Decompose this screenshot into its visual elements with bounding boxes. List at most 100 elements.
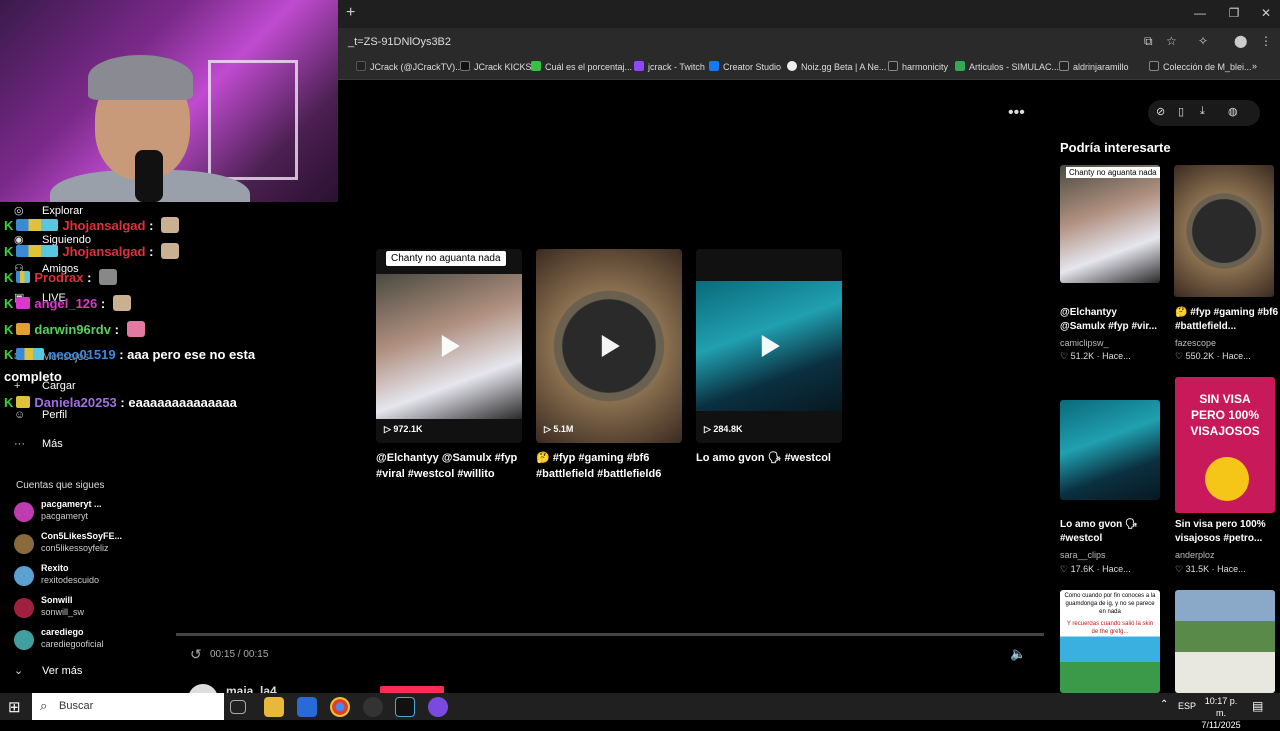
windows-start-icon[interactable]: ⊞ — [8, 698, 21, 716]
bookmark[interactable]: JCrack KICKS — [460, 61, 532, 72]
chat-message: Kangel_126 : — [4, 295, 131, 311]
menu-icon[interactable]: ⋮ — [1260, 34, 1272, 48]
video-caption[interactable]: Lo amo gvon 🗣 #westcol — [696, 450, 846, 466]
view-count: ▷ 972.1K — [384, 424, 423, 434]
suggested-caption[interactable]: Lo amo gvon 🗣 #westcol — [1060, 518, 1164, 546]
suggested-user[interactable]: camiclipsw_ — [1060, 338, 1109, 348]
app-icon[interactable] — [428, 697, 448, 717]
video-overlay-text: Chanty no aguanta nada — [386, 251, 506, 266]
suggested-user[interactable]: anderploz — [1175, 550, 1215, 560]
play-icon — [441, 335, 460, 357]
suggestions-title: Podría interesarte — [1060, 140, 1171, 155]
followed-account[interactable]: carediego carediegooficial — [14, 626, 154, 656]
suggested-caption[interactable]: Sin visa pero 100% visajosos #petro... — [1175, 518, 1279, 546]
emote-icon — [161, 243, 180, 259]
more-bookmarks-icon[interactable]: » — [1252, 61, 1257, 71]
avatar — [14, 598, 34, 618]
followed-account[interactable]: pacgameryt ... pacgameryt — [14, 498, 154, 528]
file-explorer-icon[interactable] — [264, 697, 284, 717]
view-count: ▷ 284.8K — [704, 424, 743, 434]
view-count: ▷ 5.1M — [544, 424, 574, 434]
suggested-caption[interactable]: 🤔 #fyp #gaming #bf6 #battlefield... — [1175, 306, 1279, 334]
bookmark[interactable]: Cuál es el porcentaj... — [531, 61, 632, 72]
followed-account[interactable]: Sonwill sonwill_sw — [14, 594, 154, 624]
bookmark[interactable]: aldrinjaramillo — [1059, 61, 1129, 72]
avatar — [14, 630, 34, 650]
video-time: 00:15 / 00:15 — [210, 649, 269, 660]
suggested-caption[interactable]: @Elchantyy @Samulx #fyp #vir... — [1060, 306, 1164, 334]
video-caption[interactable]: @Elchantyy @Samulx #fyp #viral #westcol … — [376, 450, 526, 482]
more-options-icon[interactable]: ••• — [1008, 104, 1025, 122]
close-button[interactable]: ✕ — [1256, 6, 1276, 20]
cast-icon[interactable]: ⧉ — [1144, 34, 1153, 49]
suggested-stats: ♡ 17.6K · Hace... — [1060, 564, 1131, 574]
video-caption[interactable]: 🤔 #fyp #gaming #bf6 #battlefield #battle… — [536, 450, 686, 482]
emote-icon — [161, 217, 180, 233]
profile-icon[interactable]: ◍ — [1228, 105, 1238, 118]
obs-icon[interactable] — [363, 697, 383, 717]
bookmark[interactable]: Noiz.gg Beta | A Ne... — [787, 61, 886, 72]
url-field[interactable]: _t=ZS-91DNlOys3B2 — [348, 36, 451, 48]
see-more-button[interactable]: ⌄ Ver más — [14, 664, 82, 677]
following-accounts-title: Cuentas que sigues — [16, 480, 105, 491]
suggested-stats: ♡ 550.2K · Hace... — [1175, 351, 1251, 361]
chat-message: K Prodrax : — [4, 269, 118, 285]
search-icon: ⌕ — [40, 698, 48, 713]
download-icon[interactable]: ⤓ — [1200, 105, 1205, 118]
video-progress-bar[interactable] — [176, 633, 1044, 636]
suggested-user[interactable]: sara__clips — [1060, 550, 1106, 560]
play-icon — [761, 335, 780, 357]
tray-chevron-icon[interactable]: ⌃ — [1160, 699, 1168, 710]
volume-icon[interactable]: 🔈 — [1010, 646, 1026, 662]
language-indicator[interactable]: ESP — [1178, 701, 1196, 711]
suggested-video-thumb[interactable]: Como cuando por fin conoces a la guamdon… — [1060, 590, 1160, 693]
bookmark[interactable]: Creator Studio — [709, 61, 781, 72]
user-icon: ☺ — [14, 409, 26, 421]
chrome-icon[interactable] — [330, 697, 350, 717]
device-icon[interactable]: ▯ — [1178, 105, 1184, 118]
emote-icon — [112, 295, 131, 311]
task-view-icon[interactable] — [230, 700, 246, 714]
extensions-icon[interactable]: ✧ — [1198, 34, 1208, 48]
bookmark[interactable]: Articulos - SIMULAC... — [955, 61, 1059, 72]
compass-icon: ◎ — [14, 205, 24, 217]
link-icon[interactable]: ⊘ — [1156, 105, 1165, 118]
emote-icon — [126, 321, 145, 337]
suggested-stats: ♡ 51.2K · Hace... — [1060, 351, 1131, 361]
chat-message: Kdarwin96rdv : — [4, 321, 145, 337]
avatar — [14, 566, 34, 586]
suggested-video-thumb[interactable] — [1174, 165, 1274, 297]
replay-icon[interactable]: ↺ — [190, 646, 202, 663]
bookmark[interactable]: jcrack - Twitch — [634, 61, 705, 72]
bookmark[interactable]: harmonicity — [888, 61, 948, 72]
followed-account[interactable]: Con5LikesSoyFE... con5likessoyfeliz — [14, 530, 154, 560]
suggested-user[interactable]: fazescope — [1175, 338, 1216, 348]
followed-account[interactable]: Rexito rexitodescuido — [14, 562, 154, 592]
minimize-button[interactable]: — — [1190, 6, 1210, 20]
clock[interactable]: 10:17 p. m. 7/11/2025 — [1200, 695, 1242, 731]
chat-message: K Jhojansalgad : — [4, 217, 180, 233]
video-card[interactable]: ▷ 284.8K — [696, 249, 842, 443]
nav-item-profile[interactable]: ☺ Perfil — [14, 409, 67, 421]
new-tab-button[interactable]: + — [346, 4, 355, 22]
star-icon[interactable]: ☆ — [1166, 34, 1177, 48]
bookmark[interactable]: JCrack (@JCrackTV)... — [356, 61, 463, 72]
suggested-video-thumb[interactable] — [1175, 590, 1275, 693]
bookmark[interactable]: Colección de M_blei... — [1149, 61, 1252, 72]
chat-message: K Jhojansalgad : — [4, 243, 180, 259]
profile-icon[interactable]: ⬤ — [1234, 34, 1247, 48]
taskbar-search[interactable]: ⌕ Buscar — [32, 693, 224, 720]
notifications-icon[interactable]: ▤ — [1252, 699, 1263, 713]
app-icon[interactable] — [395, 697, 415, 717]
suggested-video-thumb[interactable]: SIN VISA PERO 100% VISAJOSOS — [1175, 377, 1275, 513]
video-card[interactable]: Chanty no aguanta nada ▷ 972.1K — [376, 249, 522, 443]
nav-item-more[interactable]: ··· Más — [14, 438, 63, 450]
suggested-video-thumb[interactable]: Chanty no aguanta nada — [1060, 165, 1160, 283]
nav-item-explore[interactable]: ◎ Explorar — [14, 204, 83, 217]
outlook-icon[interactable] — [297, 697, 317, 717]
suggested-video-thumb[interactable] — [1060, 400, 1160, 500]
emoji-icon — [1205, 457, 1249, 501]
suggested-stats: ♡ 31.5K · Hace... — [1175, 564, 1246, 574]
restore-button[interactable]: ❐ — [1224, 6, 1244, 20]
video-card[interactable]: ▷ 5.1M — [536, 249, 682, 443]
